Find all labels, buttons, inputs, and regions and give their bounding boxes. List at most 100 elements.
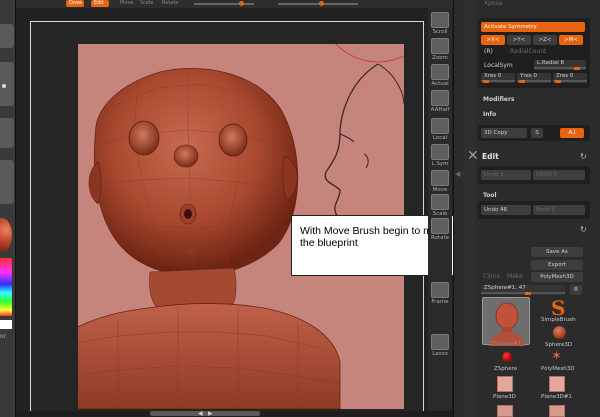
frame-icon — [431, 282, 449, 298]
edit-undo-button[interactable]: Undo 1 — [481, 170, 531, 180]
mesh-right-eye — [218, 123, 248, 157]
top-slider-2-knob[interactable] — [319, 1, 324, 6]
menu-rotate[interactable]: Rotate — [162, 0, 178, 6]
lasso-icon — [431, 334, 449, 350]
r-button[interactable]: R — [570, 285, 582, 295]
rotate-tool[interactable]: Rotate — [429, 216, 451, 244]
polymesh-star-icon: ✶ — [551, 349, 562, 364]
3d-copy-button[interactable]: 3D Copy — [481, 128, 527, 138]
menu-scale[interactable]: Scale — [140, 0, 153, 6]
left-strip-button-1[interactable] — [0, 24, 14, 48]
l-radial-slider[interactable]: L.Radial 8 — [534, 60, 586, 70]
symmetry-z-button[interactable]: >Z< — [533, 35, 557, 45]
radial-count-slider[interactable]: RadialCount — [510, 48, 546, 55]
bust-thumbnail-icon — [489, 302, 525, 346]
mesh-left-eye — [128, 120, 160, 156]
local-icon — [431, 118, 449, 134]
xpose-label[interactable]: Xpose — [484, 0, 502, 7]
current-tool-thumbnail[interactable] — [482, 297, 530, 346]
tool-section[interactable]: Tool — [483, 192, 497, 199]
edit-refresh-icon[interactable]: ↻ — [580, 152, 587, 161]
top-slider-1-knob[interactable] — [239, 1, 244, 6]
local-symmetry-icon — [431, 144, 449, 160]
collapse-arrow-icon[interactable]: ◀ — [455, 170, 460, 178]
tool-undo-button[interactable]: Undo 48 — [481, 205, 531, 215]
make-button[interactable]: Make — [507, 273, 523, 280]
draw-mode-button[interactable]: Draw — [66, 0, 84, 7]
thumb-caption-zsphere: ZSphere — [494, 366, 518, 372]
tool-redo-button[interactable]: Redo 0 — [533, 205, 585, 215]
close-palette-icon[interactable]: ✕ — [467, 148, 479, 164]
mesh-nose — [173, 144, 199, 168]
aahalf-icon — [431, 90, 449, 106]
top-toolbar: Draw Edit Move Scale Rotate — [16, 0, 454, 8]
extra-thumbnail-1[interactable] — [497, 405, 513, 417]
activate-symmetry-button[interactable]: Activate Symmetry — [481, 22, 585, 32]
actual-size-icon — [431, 64, 449, 80]
symmetry-y-button[interactable]: >Y< — [507, 35, 531, 45]
xres-slider[interactable]: Xres 0 — [481, 73, 515, 83]
symmetry-x-button[interactable]: >X< — [481, 35, 505, 45]
modifiers-section[interactable]: Modifiers — [483, 96, 515, 103]
horizontal-scrollbar[interactable]: ◀ ▶ — [150, 410, 260, 417]
left-strip-button-3[interactable] — [0, 118, 14, 148]
scroll-tool[interactable]: Scroll — [429, 10, 451, 38]
zsphere-icon — [502, 352, 512, 362]
rotate-icon — [431, 218, 449, 234]
scroll-left-arrow-icon[interactable]: ◀ — [198, 410, 203, 417]
extra-thumbnail-2[interactable] — [549, 405, 565, 417]
color-picker[interactable] — [0, 258, 12, 316]
move-icon — [431, 170, 449, 186]
lsym-tool[interactable]: L.Sym — [429, 142, 451, 170]
clone-button[interactable]: Clone — [483, 273, 500, 280]
local-sym-button[interactable]: LocalSym — [484, 62, 513, 69]
zsphere-tool-slider[interactable]: ZSphere#1. 47 — [481, 285, 565, 295]
mesh-head — [93, 67, 299, 277]
mesh-neck — [149, 267, 237, 309]
ai-button[interactable]: A.I — [560, 128, 584, 138]
polymesh3d-thumbnail[interactable]: ✶ — [549, 349, 575, 378]
left-strip-button-4[interactable] — [0, 160, 14, 204]
brush-dot-icon — [2, 84, 6, 88]
top-slider-1[interactable] — [194, 3, 254, 5]
radial-r-toggle[interactable]: (R) — [484, 48, 493, 55]
zoom-icon — [431, 38, 449, 54]
export-button[interactable]: Export — [531, 260, 583, 270]
zoom-tool[interactable]: Zoom — [429, 36, 451, 64]
canvas-area[interactable] — [16, 8, 428, 411]
scroll-right-arrow-icon[interactable]: ▶ — [208, 410, 213, 417]
aahalf-tool[interactable]: AAHalf — [429, 88, 451, 116]
thumb-caption-plane3d-1: Plane3D#1 — [541, 394, 572, 400]
sphere3d-icon — [553, 326, 566, 339]
view-toolbar: Scroll Zoom Actual AAHalf Local L.Sym Mo… — [428, 8, 452, 411]
tool-refresh-icon[interactable]: ↻ — [580, 225, 587, 234]
thumb-caption-plane3d: Plane3D — [493, 394, 516, 400]
frame-tool[interactable]: Frame — [429, 280, 451, 308]
thumb-caption-sphere3d: Sphere3D — [545, 342, 573, 348]
menu-move[interactable]: Move — [120, 0, 133, 6]
thumb-caption-simplebrush: SimpleBrush — [541, 317, 576, 323]
left-tool-strip: or — [0, 0, 16, 417]
scale-icon — [431, 194, 449, 210]
zsphere-thumbnail[interactable] — [500, 350, 526, 378]
polymesh-button[interactable]: PolyMesh3D — [531, 272, 583, 282]
local-tool[interactable]: Local — [429, 116, 451, 144]
plane3d-icon[interactable] — [497, 376, 513, 392]
actual-tool[interactable]: Actual — [429, 62, 451, 90]
secondary-color-swatch[interactable] — [0, 320, 12, 329]
symmetry-m-button[interactable]: >M< — [559, 35, 583, 45]
edit-palette-header[interactable]: Edit — [482, 152, 499, 161]
zres-slider[interactable]: Zres 0 — [553, 73, 587, 83]
top-slider-2[interactable] — [278, 3, 358, 5]
edit-mode-button[interactable]: Edit — [91, 0, 109, 7]
scroll-icon — [431, 12, 449, 28]
info-section[interactable]: Info — [483, 111, 496, 118]
edit-redo-button[interactable]: REDO 0 — [533, 170, 585, 180]
yres-slider[interactable]: Yres 0 — [517, 73, 551, 83]
s-button[interactable]: S — [531, 128, 543, 138]
panel-divider[interactable] — [463, 0, 475, 417]
lasso-tool[interactable]: Lasso — [429, 332, 451, 360]
material-ball-icon[interactable] — [0, 218, 12, 252]
save-as-button[interactable]: Save As — [531, 247, 583, 257]
plane3d-1-icon[interactable] — [549, 376, 565, 392]
